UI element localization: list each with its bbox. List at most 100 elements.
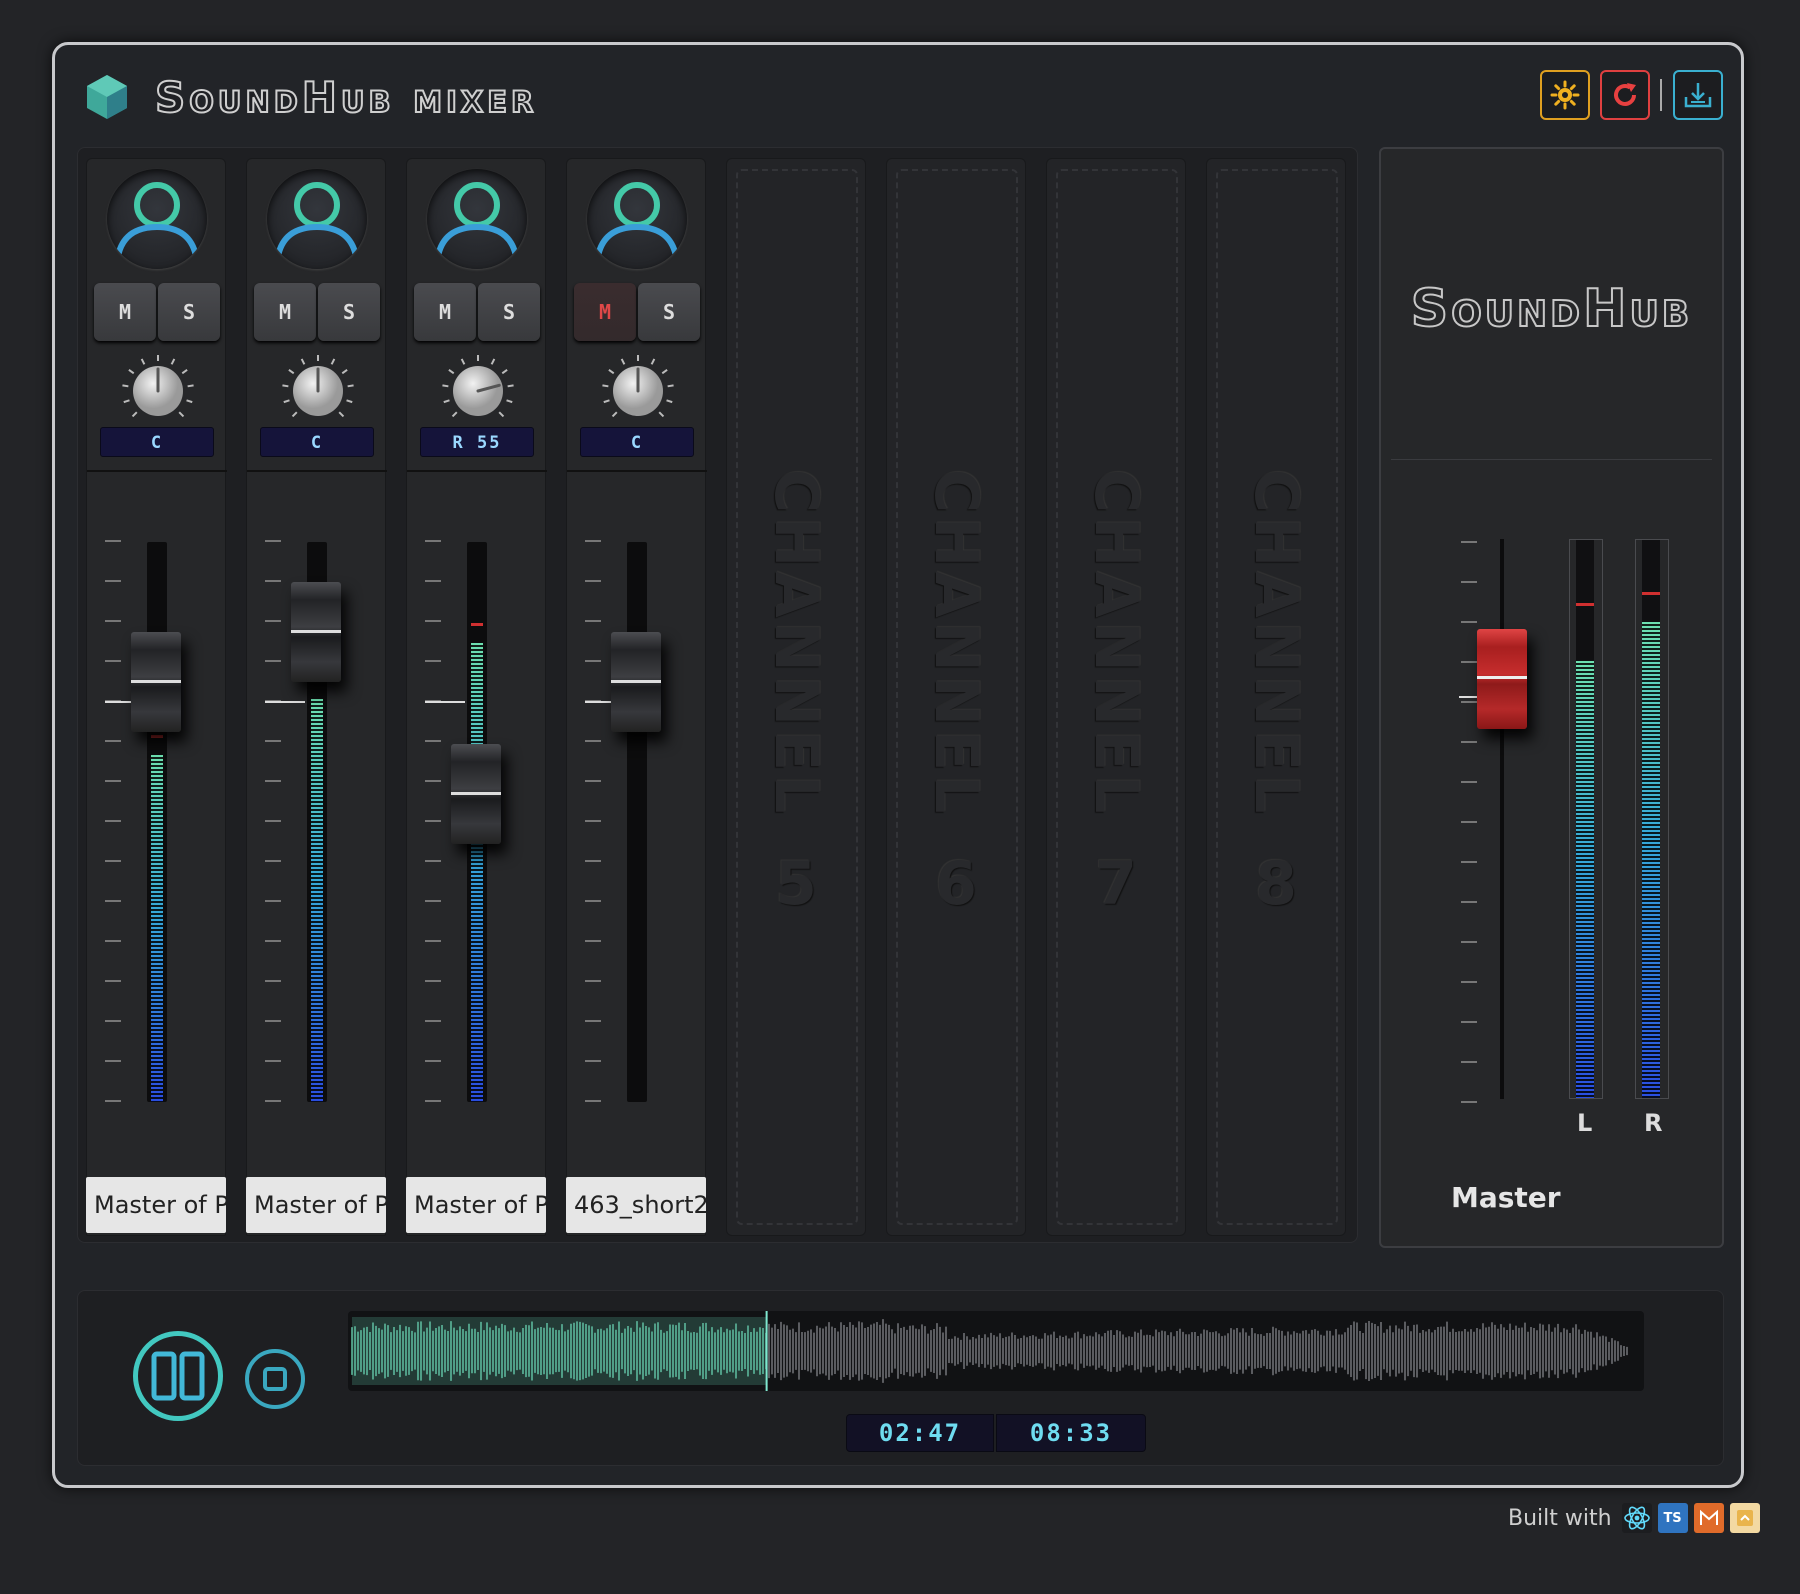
channel-number: 7: [1095, 849, 1137, 919]
channel-controls: M S C: [87, 159, 227, 472]
total-time: 08:33: [996, 1414, 1146, 1452]
mute-button[interactable]: M: [414, 283, 476, 341]
waveform-scrubber[interactable]: [348, 1311, 1644, 1391]
mixer-window: SoundHub mixer M S C Master of P M S C M…: [52, 42, 1744, 1488]
react-icon: [1621, 1503, 1652, 1533]
download-icon: [1684, 83, 1712, 108]
mute-solo-group: M S: [414, 283, 540, 341]
stop-icon: [263, 1367, 287, 1391]
fader-scale: [585, 540, 601, 1110]
pan-knob[interactable]: [280, 353, 356, 429]
pan-value-display: C: [100, 427, 214, 457]
fader-track[interactable]: [147, 542, 167, 1102]
level-meter: [311, 698, 323, 1102]
toolbar-divider: [1660, 79, 1662, 111]
pan-value-display: R 55: [420, 427, 534, 457]
master-label: Master: [1451, 1181, 1561, 1214]
fader-area: [87, 472, 227, 1132]
refresh-icon: [1614, 83, 1636, 106]
empty-channel-slot-6[interactable]: CHANNEL 6: [886, 158, 1026, 1236]
pan-value-display: C: [260, 427, 374, 457]
title-bar: SoundHub mixer: [55, 45, 1741, 145]
user-avatar-icon[interactable]: [107, 169, 207, 269]
channel-label: CHANNEL: [1241, 469, 1311, 818]
mute-solo-group: M S: [574, 283, 700, 341]
fader-handle[interactable]: [611, 632, 661, 732]
channel-controls: M S R 55: [407, 159, 547, 472]
pan-knob[interactable]: [440, 353, 516, 429]
empty-channel-slot-5[interactable]: CHANNEL 5: [726, 158, 866, 1236]
channel-number: 8: [1255, 849, 1297, 919]
level-meter: [471, 642, 483, 1102]
pan-knob[interactable]: [120, 353, 196, 429]
master-meter-left: [1569, 539, 1603, 1099]
track-name-field[interactable]: 463_short2_: [566, 1177, 706, 1233]
pause-icon: [151, 1351, 205, 1401]
typescript-icon: TS: [1657, 1503, 1688, 1533]
master-fader-track[interactable]: [1500, 539, 1504, 1099]
track-name-field[interactable]: Master of Pu: [406, 1177, 546, 1233]
transport-bar: 02:47 08:33: [77, 1290, 1724, 1466]
peak-indicator-left: [1576, 603, 1594, 607]
storybook-icon: [1729, 1503, 1760, 1533]
divider: [1391, 459, 1712, 460]
pan-knob[interactable]: [600, 353, 676, 429]
user-avatar-icon[interactable]: [587, 169, 687, 269]
channel-controls: M S C: [247, 159, 387, 472]
built-with-label: Built with: [1508, 1505, 1612, 1531]
mute-button[interactable]: M: [94, 283, 156, 341]
play-pause-button[interactable]: [133, 1331, 223, 1421]
user-avatar-icon[interactable]: [427, 169, 527, 269]
meter-label-right: R: [1644, 1109, 1663, 1137]
channel-number: 5: [775, 849, 817, 919]
fader-area: [407, 472, 547, 1132]
app-title: SoundHub mixer: [154, 72, 538, 123]
fader-track[interactable]: [627, 542, 647, 1102]
mute-solo-group: M S: [254, 283, 380, 341]
solo-button[interactable]: S: [318, 283, 380, 341]
track-name-field[interactable]: Master of Pu: [246, 1177, 386, 1233]
mute-button[interactable]: M: [574, 283, 636, 341]
fader-scale: [265, 540, 281, 1110]
empty-channel-slot-8[interactable]: CHANNEL 8: [1206, 158, 1346, 1236]
fader-area: [567, 472, 707, 1132]
refresh-button[interactable]: [1600, 70, 1650, 120]
solo-button[interactable]: S: [638, 283, 700, 341]
peak-indicator: [471, 622, 483, 626]
fader-scale: [105, 540, 121, 1110]
mute-button[interactable]: M: [254, 283, 316, 341]
solo-button[interactable]: S: [478, 283, 540, 341]
user-avatar-icon[interactable]: [267, 169, 367, 269]
channels-panel: M S C Master of Pu: [77, 147, 1358, 1243]
master-fader-scale: [1461, 541, 1477, 1111]
fader-handle[interactable]: [131, 632, 181, 732]
mute-solo-group: M S: [94, 283, 220, 341]
master-fader-handle[interactable]: [1477, 629, 1527, 729]
channel-strip-1: M S C Master of Pu: [86, 158, 227, 1236]
track-name-field[interactable]: Master of Pu: [86, 1177, 226, 1233]
channel-strip-2: M S C Master of Pu: [246, 158, 387, 1236]
waveform-graphic: [351, 1311, 1628, 1391]
elapsed-time: 02:47: [846, 1414, 994, 1452]
channel-label: CHANNEL: [921, 469, 991, 818]
level-meter: [151, 754, 163, 1102]
stop-button[interactable]: [245, 1349, 305, 1409]
empty-channel-slot-7[interactable]: CHANNEL 7: [1046, 158, 1186, 1236]
fader-handle[interactable]: [291, 581, 341, 682]
hexagon-logo-icon: [87, 75, 127, 119]
download-button[interactable]: [1673, 70, 1723, 120]
channel-strip-4: M S C 463_short2_: [566, 158, 707, 1236]
sun-gear-icon: [1550, 80, 1580, 110]
meter-label-left: L: [1577, 1109, 1593, 1137]
fader-scale: [425, 540, 441, 1110]
mui-icon: [1693, 1503, 1724, 1533]
solo-button[interactable]: S: [158, 283, 220, 341]
soundhub-logo: SoundHub: [1410, 278, 1693, 340]
channel-strip-3: M S R 55 Master of Pu: [406, 158, 547, 1236]
channel-label: CHANNEL: [1081, 469, 1151, 818]
peak-indicator-right: [1642, 592, 1660, 595]
peak-indicator: [151, 734, 163, 738]
meter-fill-right: [1642, 622, 1660, 1098]
settings-button[interactable]: [1540, 70, 1590, 120]
fader-handle[interactable]: [451, 744, 501, 844]
